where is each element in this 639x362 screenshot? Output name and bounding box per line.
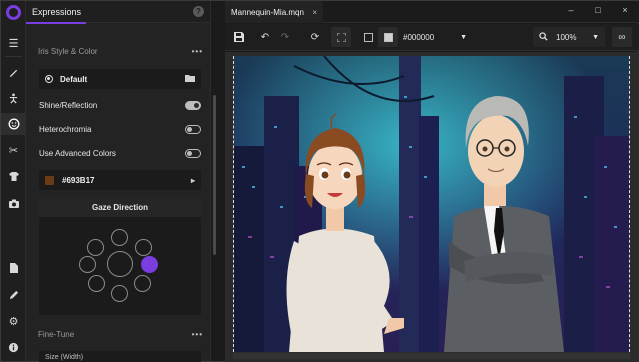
redo-icon[interactable]: ↷ xyxy=(275,27,295,47)
chevron-right-icon: ▸ xyxy=(190,175,195,185)
fine-tune-size-width[interactable]: Size (Width) xyxy=(39,351,201,362)
close-tab-icon[interactable]: × xyxy=(312,8,317,17)
scene-illustration xyxy=(234,56,629,352)
outline-bg-button[interactable] xyxy=(358,27,378,47)
undo-icon[interactable]: ↶ xyxy=(255,27,275,47)
heterochromia-row: Heterochromia xyxy=(39,120,201,138)
menu-icon[interactable]: ☰ xyxy=(1,32,26,54)
info-icon[interactable] xyxy=(1,336,26,358)
folder-icon[interactable] xyxy=(185,74,195,84)
heterochromia-toggle[interactable] xyxy=(185,124,201,134)
active-tab-underline xyxy=(26,22,86,24)
document-tab[interactable]: Mannequin-Mia.mqn × xyxy=(225,1,323,23)
iris-color-picker[interactable]: #693B17 ▸ xyxy=(39,170,201,190)
iris-section-title: Iris Style & Color xyxy=(38,46,98,56)
fine-tune-header: Fine-Tune ••• xyxy=(38,326,203,342)
render-stage[interactable] xyxy=(233,56,630,352)
gaze-down-left[interactable] xyxy=(88,275,105,292)
canvas-toolbar: ↶ ↷ ⟳ #000000 ▼ 100% ▼ ∞ xyxy=(225,24,639,51)
settings-gear-icon[interactable]: ⚙ xyxy=(1,310,26,332)
zoom-caret-icon: ▼ xyxy=(592,33,599,41)
gaze-pad xyxy=(39,217,201,315)
gaze-up[interactable] xyxy=(111,229,128,246)
pen-icon[interactable] xyxy=(1,284,26,306)
square-outline-icon xyxy=(363,32,373,42)
camera-icon[interactable] xyxy=(1,193,26,215)
pose-figure-icon[interactable] xyxy=(1,87,26,109)
panel-header: Expressions ? xyxy=(26,1,210,23)
dashed-square-icon xyxy=(336,32,346,42)
panel-scrollbar[interactable] xyxy=(213,95,216,255)
heterochromia-label: Heterochromia xyxy=(39,124,92,134)
iris-color-swatch xyxy=(45,175,54,185)
advanced-colors-label: Use Advanced Colors xyxy=(39,148,116,158)
document-tab-title: Mannequin-Mia.mqn xyxy=(231,7,304,17)
gaze-center[interactable] xyxy=(107,251,133,277)
solid-bg-button[interactable] xyxy=(378,27,398,47)
document-tab-bar: Mannequin-Mia.mqn × – □ × xyxy=(225,1,639,23)
tab-expressions[interactable]: Expressions xyxy=(32,7,81,17)
canvas-horizontal-scrollbar[interactable] xyxy=(233,353,630,359)
file-icon[interactable] xyxy=(1,257,26,279)
gaze-right-selected[interactable] xyxy=(141,256,158,273)
shirt-icon[interactable] xyxy=(1,165,26,187)
gaze-down[interactable] xyxy=(111,285,128,302)
save-icon[interactable] xyxy=(229,27,249,47)
zoom-value: 100% xyxy=(556,32,577,42)
expressions-face-icon[interactable] xyxy=(1,113,26,135)
shine-toggle[interactable] xyxy=(185,100,201,110)
iris-color-value: #693B17 xyxy=(62,175,95,185)
iris-style-dropdown[interactable]: Default xyxy=(39,69,201,89)
gaze-direction-panel: Gaze Direction xyxy=(39,197,201,315)
app-logo-icon xyxy=(6,5,21,20)
gaze-title: Gaze Direction xyxy=(39,197,201,217)
zoom-dropdown[interactable]: 100% ▼ xyxy=(533,27,605,47)
tool-rail: ☰ ✂ ⚙ xyxy=(1,1,26,361)
app-window: ☰ ✂ ⚙ Expressions ? Iris Style & Color •… xyxy=(0,0,639,362)
iris-section-header: Iris Style & Color ••• xyxy=(38,43,203,59)
fine-tune-field-label: Size (Width) xyxy=(45,353,84,361)
rail-divider xyxy=(5,56,22,57)
brush-icon[interactable] xyxy=(1,61,26,83)
gaze-down-right[interactable] xyxy=(134,275,151,292)
scissors-icon[interactable]: ✂ xyxy=(1,139,26,161)
reset-refresh-icon[interactable]: ⟳ xyxy=(305,27,325,47)
help-icon[interactable]: ? xyxy=(193,6,204,17)
advanced-colors-row: Use Advanced Colors xyxy=(39,144,201,162)
canvas-vertical-scrollbar[interactable] xyxy=(632,56,638,352)
fine-tune-title: Fine-Tune xyxy=(38,329,75,339)
minimize-icon[interactable]: – xyxy=(565,5,577,15)
shine-label: Shine/Reflection xyxy=(39,100,98,110)
zoom-search-icon xyxy=(539,31,548,43)
fine-tune-more-icon[interactable]: ••• xyxy=(192,330,203,339)
iris-section-more-icon[interactable]: ••• xyxy=(192,47,203,56)
gaze-up-left[interactable] xyxy=(87,239,104,256)
maximize-icon[interactable]: □ xyxy=(592,5,604,15)
background-color-value: #000000 xyxy=(403,32,435,42)
radio-selected-icon xyxy=(45,75,53,83)
advanced-colors-toggle[interactable] xyxy=(185,148,201,158)
square-filled-icon xyxy=(383,32,393,42)
link-icon[interactable]: ∞ xyxy=(612,27,632,47)
gaze-up-right[interactable] xyxy=(135,239,152,256)
shine-row: Shine/Reflection xyxy=(39,96,201,114)
transparent-bg-button[interactable] xyxy=(331,27,351,47)
caret-down-icon: ▼ xyxy=(460,33,467,41)
background-color-field[interactable]: #000000 ▼ xyxy=(399,27,471,47)
gaze-left[interactable] xyxy=(79,256,96,273)
iris-style-value: Default xyxy=(60,74,88,84)
window-close-icon[interactable]: × xyxy=(619,5,631,15)
